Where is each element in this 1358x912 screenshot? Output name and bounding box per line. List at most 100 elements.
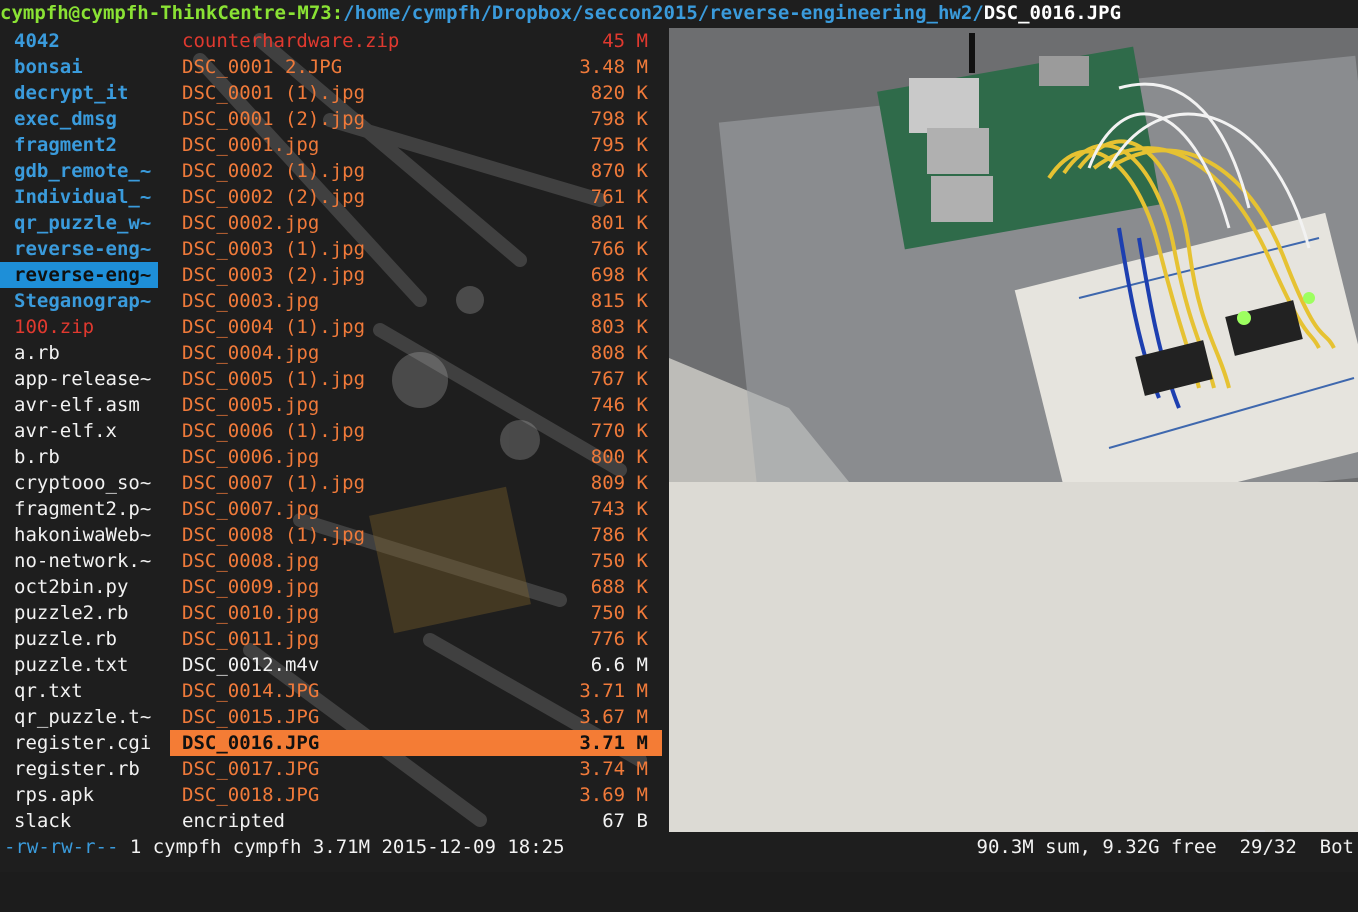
file-name: DSC_0007 (1).jpg bbox=[182, 472, 366, 494]
parent-entry[interactable]: rps.apk bbox=[0, 782, 170, 808]
parent-entry[interactable]: reverse-eng~ bbox=[0, 236, 170, 262]
parent-entry[interactable]: Individual_~ bbox=[0, 184, 170, 210]
file-entry[interactable]: DSC_0011.jpg 776 K bbox=[170, 626, 662, 652]
file-entry[interactable]: DSC_0012.m4v 6.6 M bbox=[170, 652, 662, 678]
parent-entry[interactable]: gdb_remote_~ bbox=[0, 158, 170, 184]
file-entry[interactable]: DSC_0006.jpg 800 K bbox=[170, 444, 662, 470]
file-name: DSC_0015.JPG bbox=[182, 706, 320, 728]
file-entry[interactable]: DSC_0001 (2).jpg 798 K bbox=[170, 106, 662, 132]
parent-directory-column[interactable]: 4042 bonsai decrypt_it exec_dmsg fragmen… bbox=[0, 28, 170, 834]
file-entry[interactable]: DSC_0002 (1).jpg 870 K bbox=[170, 158, 662, 184]
file-name: DSC_0005 (1).jpg bbox=[182, 368, 366, 390]
file-entry[interactable]: DSC_0015.JPG 3.67 M bbox=[170, 704, 662, 730]
file-entry-selected[interactable]: DSC_0016.JPG 3.71 M bbox=[170, 730, 662, 756]
file-entry[interactable]: DSC_0003 (2).jpg 698 K bbox=[170, 262, 662, 288]
parent-entry[interactable]: puzzle.rb bbox=[0, 626, 170, 652]
file-size: 786 K bbox=[590, 524, 648, 546]
parent-entry[interactable]: puzzle2.rb bbox=[0, 600, 170, 626]
parent-entry[interactable]: 100.zip bbox=[0, 314, 170, 340]
preview-photo bbox=[669, 28, 1358, 482]
file-name: DSC_0012.m4v bbox=[182, 654, 320, 676]
file-size: 746 K bbox=[590, 394, 648, 416]
file-size: 67 B bbox=[602, 810, 648, 832]
parent-entry-selected[interactable]: reverse-eng~ bbox=[0, 262, 158, 288]
parent-entry[interactable]: no-network.~ bbox=[0, 548, 170, 574]
file-entry[interactable]: DSC_0007.jpg 743 K bbox=[170, 496, 662, 522]
parent-entry[interactable]: fragment2 bbox=[0, 132, 170, 158]
parent-entry[interactable]: a.rb bbox=[0, 340, 170, 366]
parent-entry[interactable]: avr-elf.asm bbox=[0, 392, 170, 418]
file-info: -rw-rw-r-- 1 cympfh cympfh 3.71M 2015-12… bbox=[4, 834, 565, 860]
file-name: DSC_0005.jpg bbox=[182, 394, 320, 416]
parent-entry[interactable]: app-release~ bbox=[0, 366, 170, 392]
file-size: 795 K bbox=[590, 134, 648, 156]
file-size: 815 K bbox=[590, 290, 648, 312]
file-entry[interactable]: DSC_0006 (1).jpg 770 K bbox=[170, 418, 662, 444]
file-name: encripted bbox=[182, 810, 285, 832]
parent-entry[interactable]: avr-elf.x bbox=[0, 418, 170, 444]
file-entry[interactable]: DSC_0001 (1).jpg 820 K bbox=[170, 80, 662, 106]
image-preview-pane bbox=[669, 28, 1358, 832]
file-entry[interactable]: DSC_0010.jpg 750 K bbox=[170, 600, 662, 626]
file-entry[interactable]: encripted 67 B bbox=[170, 808, 662, 834]
file-name: counterhardware.zip bbox=[182, 30, 400, 52]
file-size: 3.71 M bbox=[579, 732, 648, 754]
file-size: 3.48 M bbox=[579, 56, 648, 78]
current-directory-column[interactable]: counterhardware.zip 45 M DSC_0001 2.JPG 3.… bbox=[170, 28, 662, 834]
parent-entry[interactable]: qr_puzzle.t~ bbox=[0, 704, 170, 730]
file-size: 698 K bbox=[590, 264, 648, 286]
parent-entry[interactable]: fragment2.p~ bbox=[0, 496, 170, 522]
user-host: cympfh@cympfh-ThinkCentre-M73: bbox=[0, 2, 344, 24]
parent-entry[interactable]: Steganograp~ bbox=[0, 288, 170, 314]
file-size: 750 K bbox=[590, 602, 648, 624]
file-entry[interactable]: counterhardware.zip 45 M bbox=[170, 28, 662, 54]
file-size: 3.69 M bbox=[579, 784, 648, 806]
file-name: DSC_0002 (1).jpg bbox=[182, 160, 366, 182]
parent-entry[interactable]: register.cgi bbox=[0, 730, 170, 756]
file-entry[interactable]: DSC_0003 (1).jpg 766 K bbox=[170, 236, 662, 262]
file-entry[interactable]: DSC_0007 (1).jpg 809 K bbox=[170, 470, 662, 496]
file-entry[interactable]: DSC_0004 (1).jpg 803 K bbox=[170, 314, 662, 340]
file-entry[interactable]: DSC_0003.jpg 815 K bbox=[170, 288, 662, 314]
parent-entry[interactable]: b.rb bbox=[0, 444, 170, 470]
file-name: DSC_0003 (1).jpg bbox=[182, 238, 366, 260]
file-entry[interactable]: DSC_0001 2.JPG 3.48 M bbox=[170, 54, 662, 80]
file-name: DSC_0003 (2).jpg bbox=[182, 264, 366, 286]
file-size: 761 K bbox=[590, 186, 648, 208]
file-name: DSC_0006 (1).jpg bbox=[182, 420, 366, 442]
parent-entry[interactable]: exec_dmsg bbox=[0, 106, 170, 132]
parent-entry[interactable]: oct2bin.py bbox=[0, 574, 170, 600]
file-entry[interactable]: DSC_0005.jpg 746 K bbox=[170, 392, 662, 418]
parent-entry[interactable]: 4042 bbox=[0, 28, 170, 54]
parent-entry[interactable]: hakoniwaWeb~ bbox=[0, 522, 170, 548]
file-entry[interactable]: DSC_0009.jpg 688 K bbox=[170, 574, 662, 600]
file-entry[interactable]: DSC_0018.JPG 3.69 M bbox=[170, 782, 662, 808]
file-entry[interactable]: DSC_0008 (1).jpg 786 K bbox=[170, 522, 662, 548]
file-name: DSC_0009.jpg bbox=[182, 576, 320, 598]
file-entry[interactable]: DSC_0017.JPG 3.74 M bbox=[170, 756, 662, 782]
file-name: DSC_0016.JPG bbox=[182, 732, 320, 754]
parent-entry[interactable]: cryptooo_so~ bbox=[0, 470, 170, 496]
parent-entry[interactable]: decrypt_it bbox=[0, 80, 170, 106]
file-size: 808 K bbox=[590, 342, 648, 364]
file-name: DSC_0008 (1).jpg bbox=[182, 524, 366, 546]
file-entry[interactable]: DSC_0008.jpg 750 K bbox=[170, 548, 662, 574]
file-name: DSC_0001.jpg bbox=[182, 134, 320, 156]
file-entry[interactable]: DSC_0004.jpg 808 K bbox=[170, 340, 662, 366]
file-entry[interactable]: DSC_0002.jpg 801 K bbox=[170, 210, 662, 236]
parent-entry[interactable]: puzzle.txt bbox=[0, 652, 170, 678]
file-entry[interactable]: DSC_0001.jpg 795 K bbox=[170, 132, 662, 158]
parent-entry[interactable]: slack bbox=[0, 808, 170, 834]
file-entry[interactable]: DSC_0002 (2).jpg 761 K bbox=[170, 184, 662, 210]
parent-entry[interactable]: qr.txt bbox=[0, 678, 170, 704]
scroll-indicator bbox=[1247, 830, 1265, 832]
parent-entry[interactable]: qr_puzzle_w~ bbox=[0, 210, 170, 236]
parent-entry[interactable]: bonsai bbox=[0, 54, 170, 80]
file-entry[interactable]: DSC_0014.JPG 3.71 M bbox=[170, 678, 662, 704]
file-entry[interactable]: DSC_0005 (1).jpg 767 K bbox=[170, 366, 662, 392]
file-size: 798 K bbox=[590, 108, 648, 130]
permissions: -rw-rw-r-- bbox=[4, 836, 119, 858]
file-name: DSC_0001 2.JPG bbox=[182, 56, 343, 78]
parent-entry[interactable]: register.rb bbox=[0, 756, 170, 782]
current-file: DSC_0016.JPG bbox=[983, 2, 1122, 24]
